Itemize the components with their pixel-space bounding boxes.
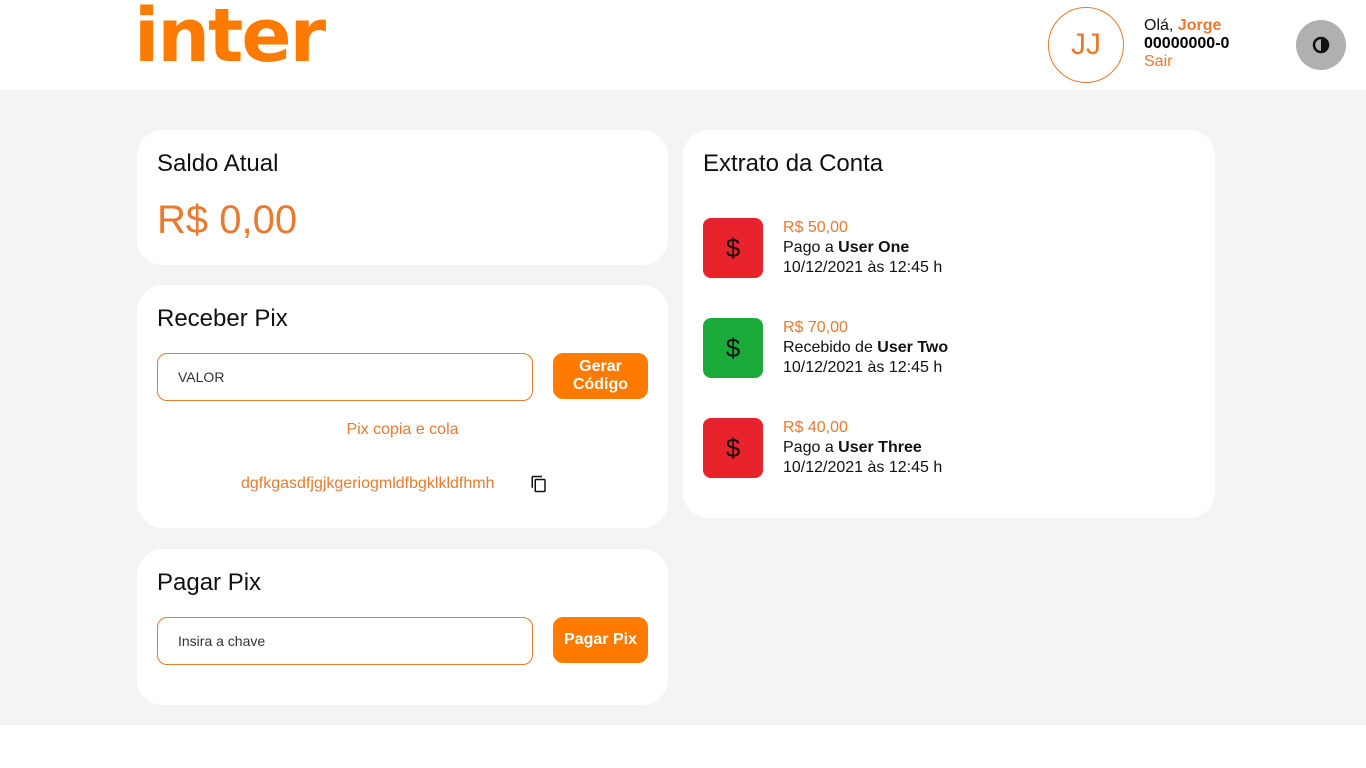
statement-card: Extrato da Conta $ R$ 50,00 Pago a User … [683,130,1215,518]
pay-pix-title: Pagar Pix [157,569,262,596]
transaction-item[interactable]: $ R$ 70,00 Recebido de User Two 10/12/20… [703,318,1103,378]
theme-toggle-button[interactable] [1296,20,1346,70]
transaction-datetime: 10/12/2021 às 12:45 h [783,459,943,476]
transaction-user: User Two [877,339,949,356]
transaction-description: Pago a User Three [783,438,942,458]
greeting-text: Olá, [1144,17,1178,34]
greeting-line: Olá, Jorge [1144,17,1229,35]
transaction-details: R$ 50,00 Pago a User One 10/12/2021 às 1… [783,218,942,278]
transaction-user: User Three [838,439,922,456]
balance-card: Saldo Atual R$ 0,00 [137,130,668,265]
receive-pix-card: Receber Pix Gerar Código Pix copia e col… [137,285,668,528]
transaction-prefix: Pago a [783,239,839,256]
pix-value-input[interactable] [157,353,533,401]
transaction-item[interactable]: $ R$ 50,00 Pago a User One 10/12/2021 às… [703,218,1103,278]
logout-link[interactable]: Sair [1144,53,1229,71]
transaction-user: User One [838,239,910,256]
dollar-icon: $ [703,418,763,478]
transaction-details: R$ 40,00 Pago a User Three 10/12/2021 às… [783,418,942,478]
copy-button[interactable] [530,475,548,493]
copy-icon [531,475,546,493]
transaction-description: Recebido de User Two [783,338,948,358]
user-info: Olá, Jorge 00000000-0 Sair [1144,17,1229,71]
transaction-details: R$ 70,00 Recebido de User Two 10/12/2021… [783,318,948,378]
pix-copy-paste-label: Pix copia e cola [346,421,459,438]
balance-value: R$ 0,00 [157,198,298,242]
main-content: Saldo Atual R$ 0,00 Receber Pix Gerar Có… [0,90,1366,725]
generate-code-label-line2: Código [572,376,629,393]
pix-code: dgfkgasdfjgjkgeriogmldfbgklkldfhmh [241,475,495,492]
pay-pix-card: Pagar Pix Pagar Pix [137,549,668,705]
pix-key-input[interactable] [157,617,533,665]
contrast-icon [1312,36,1330,54]
avatar: JJ [1048,7,1124,83]
user-name: Jorge [1177,17,1222,34]
transaction-amount: R$ 50,00 [783,219,848,236]
transaction-item[interactable]: $ R$ 40,00 Pago a User Three 10/12/2021 … [703,418,1103,478]
statement-title: Extrato da Conta [703,150,884,177]
transaction-prefix: Recebido de [783,339,878,356]
account-number: 00000000-0 [1144,35,1230,52]
transaction-amount: R$ 70,00 [783,319,848,336]
dollar-icon: $ [703,218,763,278]
generate-code-button[interactable]: Gerar Código [553,353,648,399]
dollar-icon: $ [703,318,763,378]
receive-pix-title: Receber Pix [157,305,288,332]
transaction-datetime: 10/12/2021 às 12:45 h [783,259,943,276]
pay-pix-button[interactable]: Pagar Pix [553,617,648,663]
inter-logo[interactable]: inter [134,0,326,81]
transaction-amount: R$ 40,00 [783,419,848,436]
generate-code-label-line1: Gerar [579,358,622,375]
header: inter JJ Olá, Jorge 00000000-0 Sair [0,0,1366,90]
transaction-prefix: Pago a [783,439,839,456]
avatar-initials: JJ [1071,28,1101,61]
transaction-description: Pago a User One [783,238,942,258]
balance-title: Saldo Atual [157,150,279,177]
transaction-datetime: 10/12/2021 às 12:45 h [783,359,943,376]
